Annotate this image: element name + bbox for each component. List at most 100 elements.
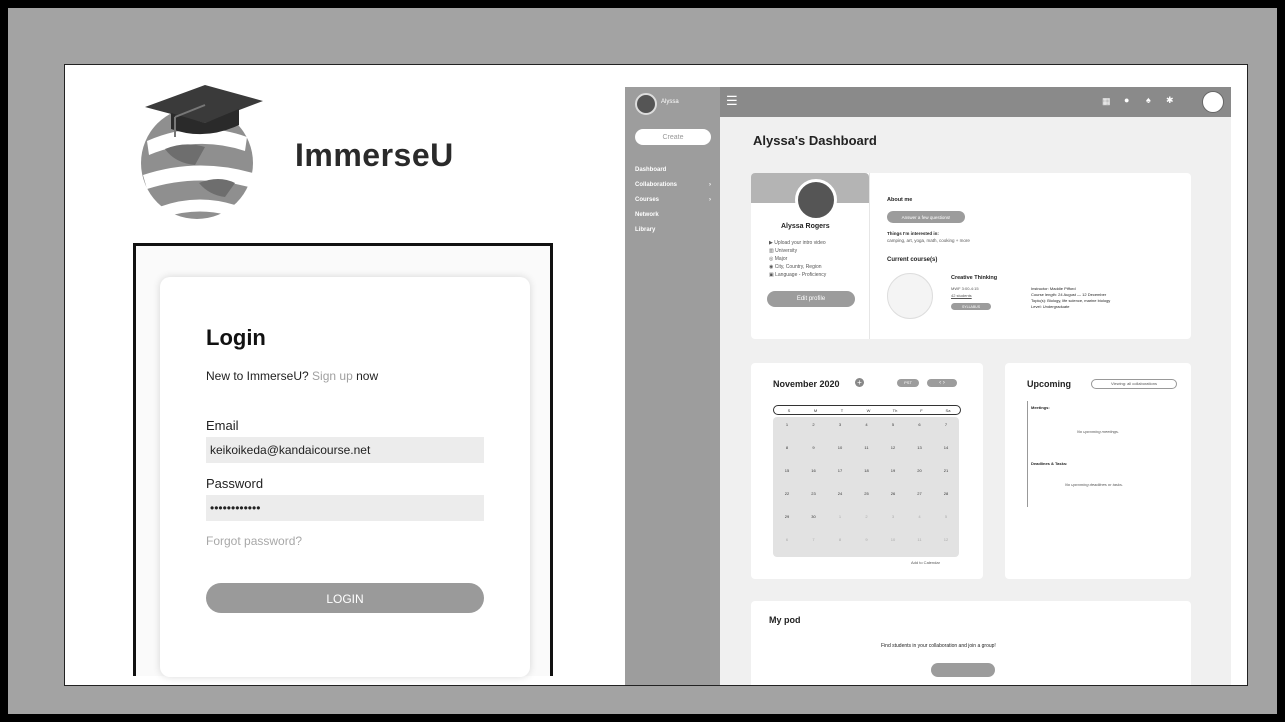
calendar-day[interactable]: 29 [774,514,800,519]
detail-major: Major [774,256,788,262]
chat-icon[interactable]: ● [1124,95,1129,105]
globe-logo-icon [141,85,263,219]
login-card: Login New to ImmerseU? Sign up now Email… [160,277,530,677]
gear-icon[interactable]: ✱ [1166,95,1174,106]
add-event-icon[interactable]: + [855,378,864,387]
sidebar: Alyssa Create Dashboard Collaborations › … [625,87,720,685]
calendar-day[interactable]: 7 [933,422,959,427]
syllabus-button[interactable]: SYLLABUS [951,303,991,310]
add-to-calendar-link[interactable]: Add to Calendar [911,560,940,565]
create-button[interactable]: Create [635,129,711,145]
weekday-label: Th [892,408,898,413]
collaboration-filter[interactable]: Viewing: all collaborations [1091,379,1177,389]
calendar-day[interactable]: 22 [774,491,800,496]
detail-university: University [775,248,798,254]
calendar-day[interactable]: 10 [880,537,906,542]
menu-icon[interactable]: ☰ [726,93,738,109]
calendar-icon[interactable]: ▦ [1102,96,1111,107]
calendar-day[interactable]: 14 [933,445,959,450]
calendar-day[interactable]: 28 [933,491,959,496]
sidebar-item-label: Network [635,212,659,218]
password-label: Password [206,476,264,491]
pod-title: My pod [769,615,801,625]
profile-name: Alyssa Rogers [781,223,830,230]
calendar-day[interactable]: 12 [880,445,906,450]
bell-icon[interactable]: ♠ [1146,95,1151,105]
calendar-day[interactable]: 4 [854,422,880,427]
profile-photo [795,179,837,221]
weekday-label: T [840,408,844,413]
edit-profile-button[interactable]: Edit profile [767,291,855,307]
detail-video: Upload your intro video [774,240,826,246]
avatar[interactable] [635,93,657,115]
calendar-day[interactable]: 5 [933,514,959,519]
calendar-day[interactable]: 2 [854,514,880,519]
sidebar-item-courses[interactable]: Courses › [635,197,715,203]
calendar-day[interactable]: 19 [880,468,906,473]
calendar-day[interactable]: 11 [907,537,933,542]
calendar-day[interactable]: 13 [907,445,933,450]
calendar-day[interactable]: 8 [827,537,853,542]
password-field[interactable] [206,495,484,521]
email-field[interactable] [206,437,484,463]
course-name[interactable]: Creative Thinking [951,275,997,281]
calendar-day[interactable]: 8 [774,445,800,450]
calendar-day[interactable]: 23 [801,491,827,496]
calendar-day[interactable]: 25 [854,491,880,496]
calendar-day[interactable]: 16 [801,468,827,473]
meetings-empty: No upcoming meetings. [1077,429,1120,434]
calendar-day[interactable]: 17 [827,468,853,473]
course-students[interactable]: 42 students [951,293,972,298]
calendar-day[interactable]: 9 [854,537,880,542]
pod-card: My pod Find students in your collaborati… [751,601,1191,685]
calendar-day[interactable]: 21 [933,468,959,473]
calendar-day[interactable]: 4 [907,514,933,519]
calendar-day[interactable]: 7 [801,537,827,542]
email-label: Email [206,418,239,433]
login-title: Login [206,325,266,350]
user-name: Alyssa [661,99,679,105]
calendar-day[interactable]: 1 [774,422,800,427]
weekday-header: S M T W Th F Sa [773,405,961,415]
calendar-day[interactable]: 24 [827,491,853,496]
calendar-day[interactable]: 20 [907,468,933,473]
signup-link[interactable]: Sign up [312,369,353,383]
calendar-day[interactable]: 6 [907,422,933,427]
calendar-day[interactable]: 6 [774,537,800,542]
profile-details: ▶ Upload your intro video ▥ University ◎… [769,239,827,278]
calendar-month: November 2020 [773,379,840,389]
upcoming-card: Upcoming Viewing: all collaborations Mee… [1005,363,1191,579]
forgot-password-link[interactable]: Forgot password? [206,534,302,548]
sidebar-item-collaborations[interactable]: Collaborations › [635,182,715,188]
calendar-day[interactable]: 9 [801,445,827,450]
join-pod-button[interactable] [931,663,995,677]
answer-questions-button[interactable]: Answer a few questions! [887,211,965,223]
sidebar-item-dashboard[interactable]: Dashboard [635,167,715,173]
meetings-title: Meetings: [1031,405,1050,410]
calendar-day[interactable]: 1 [827,514,853,519]
course-level: Level: Undergraduate [1031,304,1070,309]
upcoming-title: Upcoming [1027,379,1071,389]
calendar-day[interactable]: 5 [880,422,906,427]
calendar-day[interactable]: 11 [854,445,880,450]
calendar-day[interactable]: 2 [801,422,827,427]
calendar-day[interactable]: 15 [774,468,800,473]
sidebar-item-label: Dashboard [635,167,667,173]
login-button[interactable]: LOGIN [206,583,484,613]
sidebar-item-library[interactable]: Library [635,227,715,233]
calendar-day[interactable]: 12 [933,537,959,542]
calendar-day[interactable]: 18 [854,468,880,473]
calendar-day[interactable]: 30 [801,514,827,519]
calendar-day[interactable]: 27 [907,491,933,496]
calendar-day[interactable]: 3 [880,514,906,519]
video-icon-row[interactable]: ▶ Upload your intro video [769,239,826,247]
month-nav[interactable]: ‹ › [927,379,957,387]
course-info: Instructor: Maddie Pifford Course length… [1031,286,1110,310]
sidebar-item-network[interactable]: Network [635,212,715,218]
calendar-day[interactable]: 10 [827,445,853,450]
timezone-select[interactable]: PST [897,379,919,387]
calendar-day[interactable]: 26 [880,491,906,496]
profile-avatar-icon[interactable] [1202,91,1224,113]
calendar-day[interactable]: 3 [827,422,853,427]
signup-prompt: New to ImmerseU? Sign up now [206,369,378,383]
